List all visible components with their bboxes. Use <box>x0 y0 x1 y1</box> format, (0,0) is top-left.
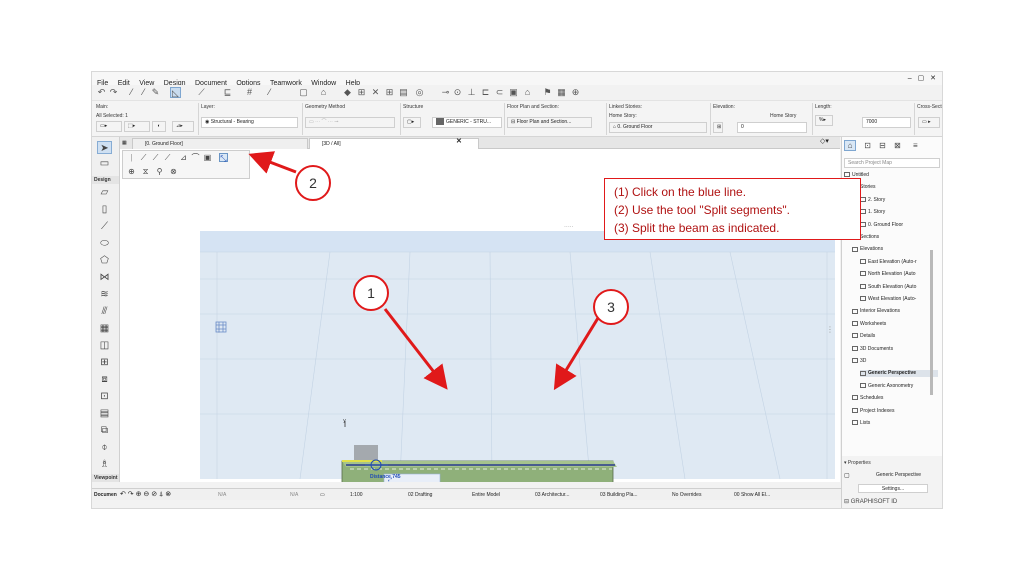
arrow-2 <box>248 151 297 174</box>
annotation-arrows <box>248 151 600 391</box>
marker-3: 3 <box>593 289 629 325</box>
marker-2: 2 <box>295 165 331 201</box>
arrow-3 <box>553 317 600 391</box>
marker-1: 1 <box>353 275 389 311</box>
arrow-1 <box>383 308 448 390</box>
